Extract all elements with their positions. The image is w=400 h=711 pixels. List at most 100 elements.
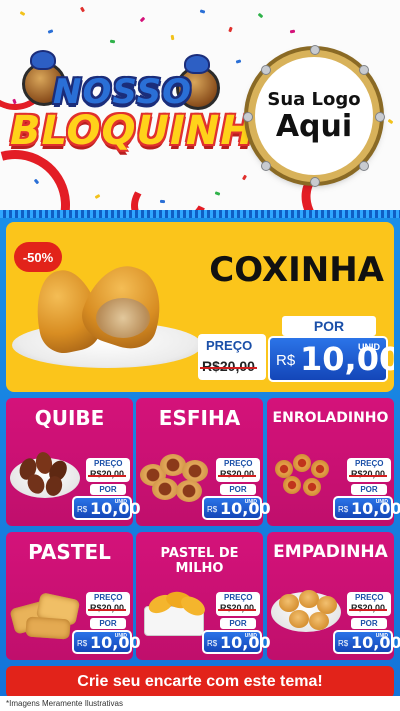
new-price-box: R$ 10,00 UNID [333, 496, 400, 520]
confetti [47, 29, 54, 34]
confetti [139, 16, 146, 23]
decorative-strip [0, 210, 400, 218]
confetti [289, 29, 296, 34]
old-price: R$20,00 [348, 469, 388, 479]
enroladinho-image [311, 460, 329, 478]
por-label: POR [351, 484, 387, 495]
confetti [257, 12, 264, 19]
featured-product-name: COXINHA [209, 250, 384, 290]
confetti [241, 174, 248, 181]
tambourine-jingle [359, 161, 369, 171]
new-price-box: R$ 10,00 UNID [202, 630, 271, 654]
preco-label: PREÇO [355, 459, 384, 468]
new-price-box: R$ 10,00 UNID [72, 630, 141, 654]
old-price-box: PREÇO R$20,00 [347, 592, 391, 616]
featured-offer[interactable]: -50% COXINHA PREÇO R$20,00 POR R$ 10,00 … [6, 222, 394, 392]
create-flyer-button[interactable]: Crie seu encarte com este tema! [6, 666, 394, 698]
currency-symbol: R$ [207, 639, 218, 648]
product-name: PASTEL [28, 540, 111, 564]
confetti [159, 199, 166, 204]
discount-badge: -50% [14, 242, 62, 272]
disclaimer-text: *Imagens Meramente Ilustrativas [0, 696, 400, 711]
old-price-box: PREÇO R$20,00 [86, 458, 130, 482]
confetti [199, 9, 206, 14]
hat-icon [30, 50, 56, 70]
currency-symbol: R$ [338, 639, 349, 648]
tambourine-jingle [261, 161, 271, 171]
currency-symbol: R$ [77, 639, 88, 648]
event-title: NOSSO BLOQUINHO [8, 50, 289, 182]
card-price-block: PREÇO R$20,00 POR R$ 10,00 UNID [333, 458, 400, 524]
old-price-box: PREÇO R$20,00 [198, 334, 266, 380]
preco-label: PREÇO [94, 593, 123, 602]
empadinha-image [289, 610, 309, 628]
unit-label: UNID [358, 342, 380, 352]
por-label: POR [220, 484, 256, 495]
esfiha-image [152, 478, 178, 500]
empadinha-image [309, 612, 329, 630]
confetti [94, 193, 101, 200]
por-label: POR [282, 316, 376, 336]
tambourine-jingle [261, 65, 271, 75]
unit-label: UNID [244, 633, 257, 639]
confetti [228, 26, 233, 33]
preco-label: PREÇO [355, 593, 384, 602]
product-name: PASTEL DE MILHO [160, 546, 239, 576]
old-price: R$20,00 [200, 358, 257, 374]
card-price-block: PREÇO R$20,00 POR R$ 10,00 UNID [202, 592, 271, 658]
currency-symbol: R$ [207, 505, 218, 514]
tambourine-jingle [310, 45, 320, 55]
logo-placeholder: Sua Logo Aqui [243, 45, 385, 187]
pastel-image [25, 616, 71, 640]
logo-text-line-2: Aqui [275, 108, 353, 144]
card-price-block: PREÇO R$20,00 POR R$ 10,00 UNID [72, 592, 141, 658]
preco-label: PREÇO [94, 459, 123, 468]
product-name: QUIBE [34, 406, 105, 430]
confetti [79, 6, 86, 13]
unit-label: UNID [244, 499, 257, 505]
tambourine-jingle [310, 177, 320, 187]
confetti [170, 34, 175, 41]
preco-label: PREÇO [224, 459, 253, 468]
old-price-box: PREÇO R$20,00 [347, 458, 391, 482]
card-price-block: PREÇO R$20,00 POR R$ 10,00 UNID [72, 458, 141, 524]
por-label: POR [90, 618, 126, 629]
coxinha-filling-image [96, 298, 150, 338]
product-name: ENROLADINHO [272, 410, 389, 426]
unit-label: UNID [375, 633, 388, 639]
old-price-box: PREÇO R$20,00 [216, 592, 260, 616]
product-name: EMPADINHA [273, 542, 388, 562]
old-price-box: PREÇO R$20,00 [216, 458, 260, 482]
confetti [19, 10, 26, 17]
enroladinho-image [293, 454, 311, 472]
new-price-box: R$ 10,00 UNID [72, 496, 141, 520]
old-price: R$20,00 [87, 603, 127, 613]
old-price-box: PREÇO R$20,00 [86, 592, 130, 616]
tambourine-jingle [243, 112, 253, 122]
carnival-header: NOSSO BLOQUINHO Sua Logo Aqui [0, 0, 400, 210]
preco-label: PREÇO [224, 593, 253, 602]
por-label: POR [220, 618, 256, 629]
currency-symbol: R$ [338, 505, 349, 514]
product-name: ESFIHA [158, 406, 241, 430]
old-price: R$20,00 [348, 603, 388, 613]
title-line-1: NOSSO [53, 72, 193, 112]
enroladinho-image [303, 478, 321, 496]
confetti [214, 191, 221, 196]
offers-board: -50% COXINHA PREÇO R$20,00 POR R$ 10,00 … [0, 210, 400, 711]
currency-symbol: R$ [77, 505, 88, 514]
confetti [109, 39, 116, 44]
unit-label: UNID [114, 499, 127, 505]
unit-label: UNID [375, 499, 388, 505]
new-price-box: R$ 10,00 UNID [268, 336, 394, 382]
new-price-box: R$ 10,00 UNID [202, 496, 271, 520]
por-label: POR [351, 618, 387, 629]
card-price-block: PREÇO R$20,00 POR R$ 10,00 UNID [333, 592, 400, 658]
empadinha-image [299, 590, 319, 608]
logo-text-line-1: Sua Logo [267, 88, 361, 110]
unit-label: UNID [114, 633, 127, 639]
currency-symbol: R$ [276, 352, 296, 369]
old-price: R$20,00 [87, 469, 127, 479]
preco-label: PREÇO [206, 338, 253, 353]
por-label: POR [90, 484, 126, 495]
